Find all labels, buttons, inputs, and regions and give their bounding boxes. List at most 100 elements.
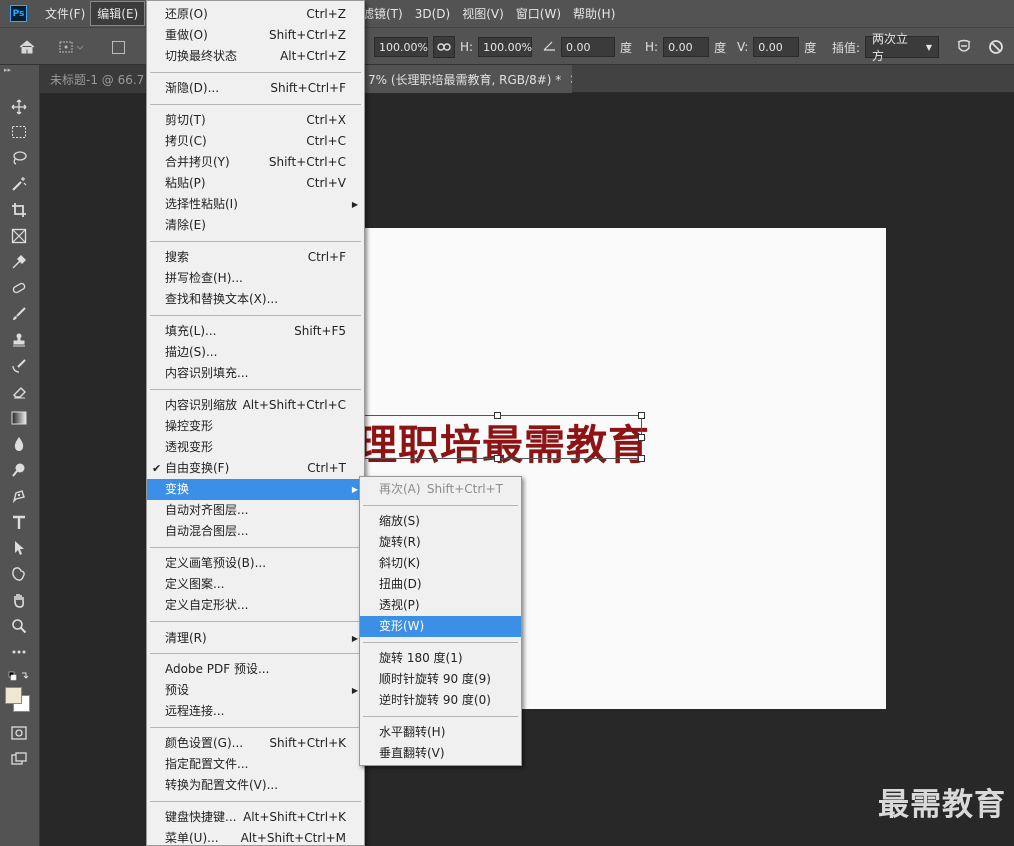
quick-mask-icon[interactable] xyxy=(8,723,30,743)
menu-item-paste-special[interactable]: 选择性粘贴(I) ▶ xyxy=(147,194,364,215)
submenu-item-rotate-180[interactable]: 旋转 180 度(1) xyxy=(360,648,521,669)
menu-item-auto-align-layers[interactable]: 自动对齐图层... xyxy=(147,500,364,521)
menu-item-perspective-warp[interactable]: 透视变形 xyxy=(147,437,364,458)
submenu-item-scale[interactable]: 缩放(S) xyxy=(360,511,521,532)
marquee-tool-icon[interactable] xyxy=(8,122,30,142)
dodge-tool-icon[interactable] xyxy=(8,460,30,480)
hand-tool-icon[interactable] xyxy=(8,590,30,610)
reference-point-icon[interactable] xyxy=(58,28,84,66)
tab-untitled[interactable]: 未标题-1 @ 66.7 xyxy=(40,65,150,93)
lasso-tool-icon[interactable] xyxy=(8,148,30,168)
crop-tool-icon[interactable] xyxy=(8,200,30,220)
interpolation-select[interactable]: 两次立方 ▼ xyxy=(865,32,940,63)
transform-handle-tr[interactable] xyxy=(638,412,645,419)
menu-item-presets[interactable]: 预设 ▶ xyxy=(147,680,364,701)
transform-handle-bm[interactable] xyxy=(494,455,501,462)
rotate-angle-field[interactable]: 0.00 xyxy=(561,37,615,57)
frame-tool-icon[interactable] xyxy=(8,226,30,246)
path-selection-tool-icon[interactable] xyxy=(8,538,30,558)
menu-item-purge[interactable]: 清理(R) ▶ xyxy=(147,628,364,649)
menu-3d[interactable]: 3D(D) xyxy=(409,4,456,24)
move-tool-icon[interactable] xyxy=(8,97,30,117)
submenu-item-flip-horizontal[interactable]: 水平翻转(H) xyxy=(360,722,521,743)
submenu-item-rotate-90-ccw[interactable]: 逆时针旋转 90 度(0) xyxy=(360,690,521,711)
menu-item-redo[interactable]: 重做(O) Shift+Ctrl+Z xyxy=(147,25,364,46)
menu-item-define-brush[interactable]: 定义画笔预设(B)... xyxy=(147,553,364,574)
menu-item-paste[interactable]: 粘贴(P) Ctrl+V xyxy=(147,173,364,194)
clone-stamp-tool-icon[interactable] xyxy=(8,330,30,350)
menu-edit[interactable]: 编辑(E) xyxy=(90,1,146,26)
brush-tool-icon[interactable] xyxy=(8,304,30,324)
pen-tool-icon[interactable] xyxy=(8,486,30,506)
menu-item-fade[interactable]: 渐隐(D)... Shift+Ctrl+F xyxy=(147,78,364,99)
width-percent-field[interactable]: 100.00% xyxy=(374,37,428,57)
menu-item-undo[interactable]: 还原(O) Ctrl+Z xyxy=(147,4,364,25)
cancel-transform-icon[interactable] xyxy=(988,28,1004,66)
menu-file[interactable]: 文件(F) xyxy=(39,2,91,25)
menu-item-content-aware-fill[interactable]: 内容识别填充... xyxy=(147,363,364,384)
eraser-tool-icon[interactable] xyxy=(8,382,30,402)
close-icon[interactable]: × xyxy=(569,72,572,86)
menu-item-color-settings[interactable]: 颜色设置(G)... Shift+Ctrl+K xyxy=(147,733,364,754)
type-tool-icon[interactable] xyxy=(8,512,30,532)
menu-item-fill[interactable]: 填充(L)... Shift+F5 xyxy=(147,321,364,342)
color-swatches[interactable] xyxy=(5,685,31,715)
menu-item-transform[interactable]: 变换 ▶ xyxy=(147,479,364,500)
menu-item-puppet-warp[interactable]: 操控变形 xyxy=(147,416,364,437)
menu-item-pdf-presets[interactable]: Adobe PDF 预设... xyxy=(147,659,364,680)
menu-view[interactable]: 视图(V) xyxy=(456,2,510,25)
menu-help[interactable]: 帮助(H) xyxy=(567,2,621,25)
submenu-item-rotate-90-cw[interactable]: 顺时针旋转 90 度(9) xyxy=(360,669,521,690)
submenu-item-warp[interactable]: 变形(W) xyxy=(360,616,521,637)
blur-tool-icon[interactable] xyxy=(8,434,30,454)
warp-mode-icon[interactable] xyxy=(955,28,973,66)
menu-item-define-pattern[interactable]: 定义图案... xyxy=(147,574,364,595)
menu-item-define-shape[interactable]: 定义自定形状... xyxy=(147,595,364,616)
healing-brush-tool-icon[interactable] xyxy=(8,278,30,298)
panel-collapse-icon[interactable]: ▸▸ xyxy=(0,65,39,75)
menu-item-search[interactable]: 搜索 Ctrl+F xyxy=(147,247,364,268)
custom-shape-tool-icon[interactable] xyxy=(8,564,30,584)
menu-item-keyboard-shortcuts[interactable]: 键盘快捷键... Alt+Shift+Ctrl+K xyxy=(147,807,364,828)
transform-handle-tm[interactable] xyxy=(494,412,501,419)
eyedropper-tool-icon[interactable] xyxy=(8,252,30,272)
menu-item-assign-profile[interactable]: 指定配置文件... xyxy=(147,754,364,775)
submenu-item-rotate[interactable]: 旋转(R) xyxy=(360,532,521,553)
submenu-item-again[interactable]: 再次(A) Shift+Ctrl+T xyxy=(360,479,521,500)
menu-item-toggle-last-state[interactable]: 切换最终状态 Alt+Ctrl+Z xyxy=(147,46,364,67)
menu-item-copy-merged[interactable]: 合并拷贝(Y) Shift+Ctrl+C xyxy=(147,152,364,173)
transform-handle-br[interactable] xyxy=(638,455,645,462)
magic-wand-tool-icon[interactable] xyxy=(8,174,30,194)
menu-item-clear[interactable]: 清除(E) xyxy=(147,215,364,236)
menu-item-copy[interactable]: 拷贝(C) Ctrl+C xyxy=(147,131,364,152)
menu-item-auto-blend-layers[interactable]: 自动混合图层... xyxy=(147,521,364,542)
menu-item-stroke[interactable]: 描边(S)... xyxy=(147,342,364,363)
transform-handle-mr[interactable] xyxy=(638,434,645,441)
menu-window[interactable]: 窗口(W) xyxy=(510,2,567,25)
link-icon[interactable] xyxy=(433,36,455,58)
submenu-item-perspective[interactable]: 透视(P) xyxy=(360,595,521,616)
height-percent-field[interactable]: 100.00% xyxy=(478,37,533,57)
home-icon[interactable] xyxy=(18,28,36,66)
foreground-color-swatch[interactable] xyxy=(5,687,22,704)
gradient-tool-icon[interactable] xyxy=(8,408,30,428)
menu-item-find-replace[interactable]: 查找和替换文本(X)... xyxy=(147,289,364,310)
transform-bounding-box[interactable] xyxy=(352,412,645,462)
screen-mode-icon[interactable] xyxy=(8,749,30,769)
menu-item-menus[interactable]: 菜单(U)... Alt+Shift+Ctrl+M xyxy=(147,828,364,846)
more-tools-icon[interactable] xyxy=(8,642,30,662)
tab-active-document[interactable]: 7% (长理职培最需教育, RGB/8#) * × xyxy=(358,65,572,93)
menu-item-content-aware-scale[interactable]: 内容识别缩放 Alt+Shift+Ctrl+C xyxy=(147,395,364,416)
menu-item-remote-connections[interactable]: 远程连接... xyxy=(147,701,364,722)
swap-colors-icon[interactable] xyxy=(8,667,30,687)
menu-item-free-transform[interactable]: ✔ 自由变换(F) Ctrl+T xyxy=(147,458,364,479)
submenu-item-skew[interactable]: 斜切(K) xyxy=(360,553,521,574)
submenu-item-flip-vertical[interactable]: 垂直翻转(V) xyxy=(360,743,521,764)
menu-item-convert-profile[interactable]: 转换为配置文件(V)... xyxy=(147,775,364,796)
horizontal-skew-field[interactable]: 0.00 xyxy=(663,37,710,57)
menu-item-cut[interactable]: 剪切(T) Ctrl+X xyxy=(147,110,364,131)
vertical-skew-field[interactable]: 0.00 xyxy=(753,37,800,57)
menu-item-spell-check[interactable]: 拼写检查(H)... xyxy=(147,268,364,289)
submenu-item-distort[interactable]: 扭曲(D) xyxy=(360,574,521,595)
history-brush-tool-icon[interactable] xyxy=(8,356,30,376)
